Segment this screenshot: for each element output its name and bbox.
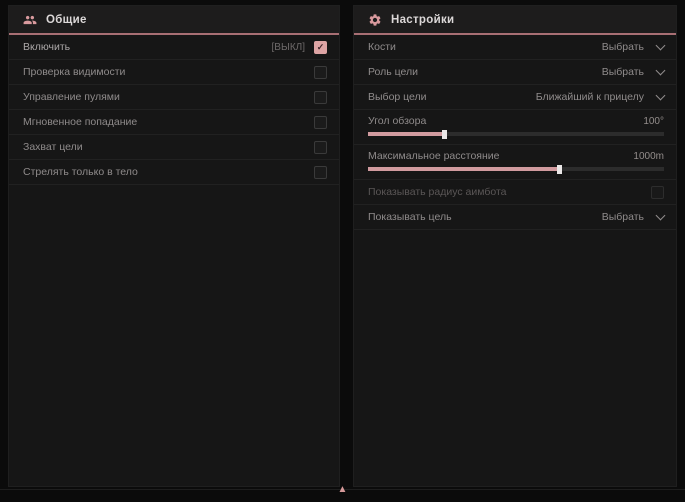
users-icon — [23, 13, 37, 27]
target-role-dropdown[interactable]: Выбрать — [602, 66, 664, 78]
row-label: Роль цели — [368, 66, 418, 78]
visibility-check-checkbox[interactable]: ✓ — [314, 66, 327, 79]
dropdown-value: Выбрать — [602, 41, 644, 53]
fov-slider-track[interactable] — [368, 132, 664, 136]
row-label: Включить — [23, 41, 70, 53]
max-distance-slider-track[interactable] — [368, 167, 664, 171]
chevron-down-icon — [656, 66, 666, 76]
row-label: Максимальное расстояние — [368, 150, 499, 162]
row-target-role[interactable]: Роль цели Выбрать — [354, 60, 676, 85]
settings-rows: Кости Выбрать Роль цели Выбрать Выбор це… — [354, 35, 676, 230]
target-selection-dropdown[interactable]: Ближайший к прицелу — [536, 91, 664, 103]
show-aimbot-radius-checkbox[interactable]: ✓ — [651, 186, 664, 199]
chevron-down-icon — [656, 41, 666, 51]
chevron-down-icon — [656, 91, 666, 101]
row-instant-hit[interactable]: Мгновенное попадание ✓ — [9, 110, 339, 135]
row-label: Захват цели — [23, 141, 83, 153]
row-label: Проверка видимости — [23, 66, 125, 78]
row-label: Угол обзора — [368, 115, 426, 127]
row-target-selection[interactable]: Выбор цели Ближайший к прицелу — [354, 85, 676, 110]
dropdown-value: Выбрать — [602, 211, 644, 223]
dropdown-value: Выбрать — [602, 66, 644, 78]
row-bones[interactable]: Кости Выбрать — [354, 35, 676, 60]
row-bullet-control[interactable]: Управление пулями ✓ — [9, 85, 339, 110]
row-fov: Угол обзора 100° — [354, 110, 676, 145]
fov-value: 100° — [643, 116, 664, 127]
fov-slider-fill — [368, 132, 445, 136]
check-icon: ✓ — [317, 43, 325, 52]
panel-title: Общие — [46, 14, 87, 26]
general-rows: Включить [ВЫКЛ] ✓ Проверка видимости ✓ У… — [9, 35, 339, 185]
panel-title: Настройки — [391, 14, 454, 26]
row-label: Показывать цель — [368, 211, 452, 223]
row-label: Мгновенное попадание — [23, 116, 137, 128]
row-label: Показывать радиус аимбота — [368, 186, 507, 198]
row-show-target[interactable]: Показывать цель Выбрать — [354, 205, 676, 230]
row-visibility-check[interactable]: Проверка видимости ✓ — [9, 60, 339, 85]
keybind-state-text: [ВЫКЛ] — [272, 42, 305, 53]
max-distance-slider-thumb[interactable] — [557, 165, 562, 174]
panel-header-general: Общие — [9, 6, 339, 35]
row-target-lock[interactable]: Захват цели ✓ — [9, 135, 339, 160]
target-lock-checkbox[interactable]: ✓ — [314, 141, 327, 154]
row-label: Выбор цели — [368, 91, 427, 103]
max-distance-value: 1000m — [633, 151, 664, 162]
row-max-distance: Максимальное расстояние 1000m — [354, 145, 676, 180]
scroll-up-indicator[interactable]: ▲ — [338, 485, 348, 495]
enable-checkbox[interactable]: ✓ — [314, 41, 327, 54]
panel-header-settings: Настройки — [354, 6, 676, 35]
bullet-control-checkbox[interactable]: ✓ — [314, 91, 327, 104]
body-only-checkbox[interactable]: ✓ — [314, 166, 327, 179]
max-distance-slider-fill — [368, 167, 560, 171]
mod-menu-page: { "theme": { "page_bg": "#0b0b0b", "pane… — [0, 0, 685, 502]
row-label: Управление пулями — [23, 91, 120, 103]
panel-settings: Настройки Кости Выбрать Роль цели Выбрат… — [353, 5, 677, 487]
chevron-down-icon — [656, 211, 666, 221]
row-label: Стрелять только в тело — [23, 166, 138, 178]
gear-icon — [368, 13, 382, 27]
panel-general: Общие Включить [ВЫКЛ] ✓ Проверка видимос… — [8, 5, 340, 487]
row-body-only[interactable]: Стрелять только в тело ✓ — [9, 160, 339, 185]
instant-hit-checkbox[interactable]: ✓ — [314, 116, 327, 129]
show-target-dropdown[interactable]: Выбрать — [602, 211, 664, 223]
row-show-aimbot-radius[interactable]: Показывать радиус аимбота ✓ — [354, 180, 676, 205]
fov-slider-thumb[interactable] — [442, 130, 447, 139]
dropdown-value: Ближайший к прицелу — [536, 91, 644, 103]
row-label: Кости — [368, 41, 396, 53]
row-enable[interactable]: Включить [ВЫКЛ] ✓ — [9, 35, 339, 60]
bones-dropdown[interactable]: Выбрать — [602, 41, 664, 53]
